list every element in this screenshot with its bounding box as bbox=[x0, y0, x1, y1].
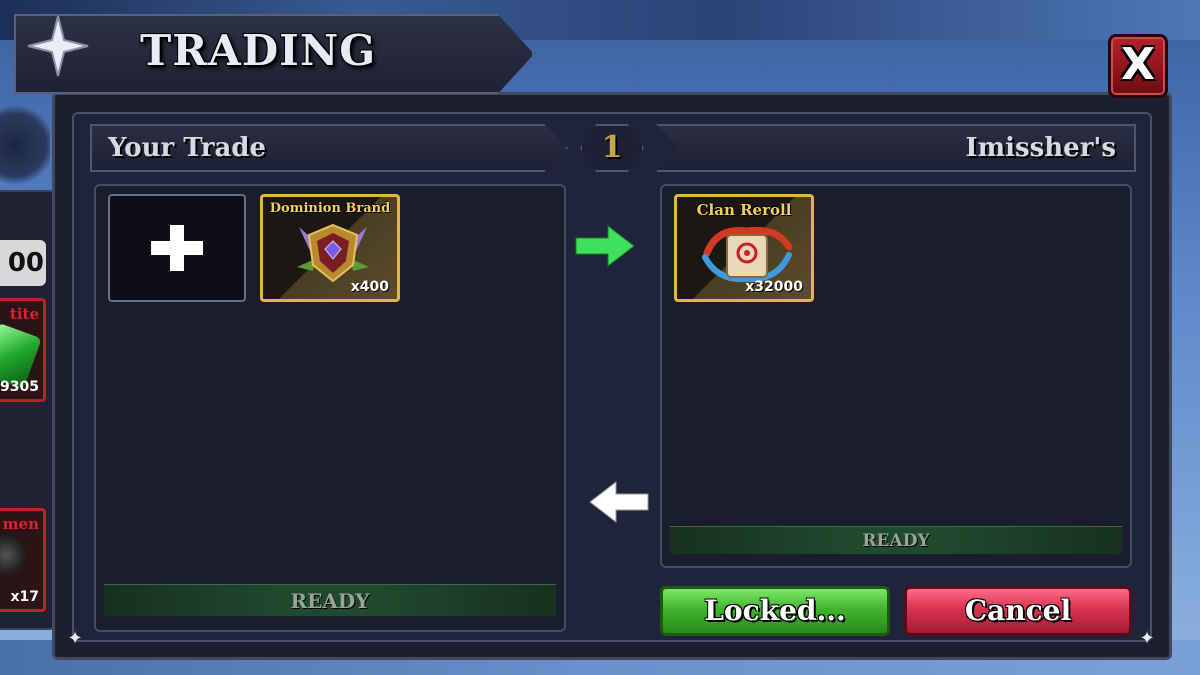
inventory-item-dark[interactable]: men x17 bbox=[0, 508, 46, 612]
arrow-right-icon bbox=[574, 224, 636, 272]
inventory-item-qty: 9305 bbox=[0, 379, 39, 395]
offered-item-name: Dominion Brand bbox=[269, 201, 391, 216]
dark-orb-icon bbox=[0, 535, 26, 575]
your-trade-header: Your Trade bbox=[90, 124, 568, 172]
partner-ready-status: READY bbox=[670, 526, 1122, 554]
inventory-item-name: men bbox=[2, 515, 39, 533]
close-button[interactable]: X bbox=[1108, 34, 1168, 98]
partner-item-name: Clan Reroll bbox=[696, 201, 792, 219]
cancel-button[interactable]: Cancel bbox=[904, 586, 1132, 636]
corner-star-icon: ✦ bbox=[1139, 628, 1155, 649]
locked-button[interactable]: Locked... bbox=[660, 586, 890, 636]
inventory-item-gem[interactable]: tite 9305 bbox=[0, 298, 46, 402]
window-title: TRADING bbox=[140, 26, 377, 75]
sparkle-icon bbox=[26, 14, 90, 78]
inventory-amount: 00 bbox=[0, 240, 46, 286]
inventory-item-qty: x17 bbox=[10, 589, 39, 605]
arrow-left-icon bbox=[588, 480, 650, 528]
offered-item-quantity: x400 bbox=[350, 279, 389, 295]
your-ready-status: READY bbox=[104, 584, 556, 616]
offered-item-slot[interactable]: Dominion Brand x400 bbox=[260, 194, 400, 302]
corner-star-icon: ✦ bbox=[67, 628, 83, 649]
partner-trade-header: Imissher's bbox=[656, 124, 1136, 172]
partner-item-quantity: x32000 bbox=[745, 279, 803, 295]
background-tree bbox=[0, 100, 50, 190]
add-item-button[interactable] bbox=[108, 194, 246, 302]
plus-icon bbox=[151, 241, 203, 255]
partner-item-slot[interactable]: Clan Reroll x32000 bbox=[674, 194, 814, 302]
inventory-item-name: tite bbox=[9, 305, 39, 323]
